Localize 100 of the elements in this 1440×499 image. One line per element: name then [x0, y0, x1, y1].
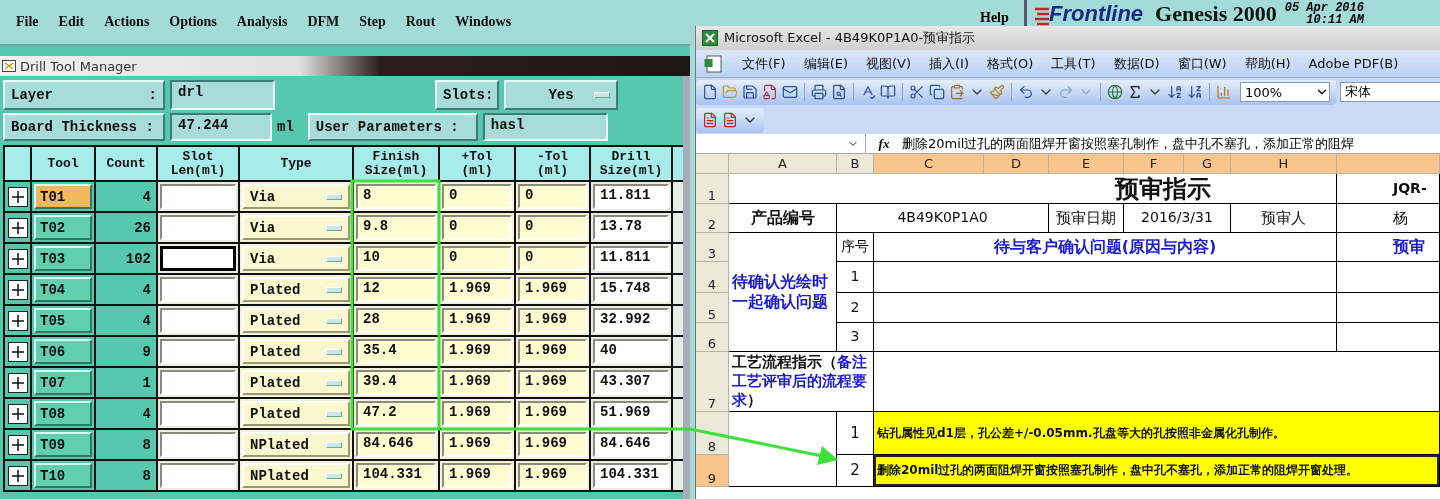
minus-tolerance-field[interactable]: 1.969: [518, 308, 587, 333]
menu-item[interactable]: Edit: [58, 14, 85, 30]
type-option-button[interactable]: Plated: [242, 339, 350, 364]
minus-tolerance-field[interactable]: 1.969: [518, 277, 587, 302]
column-header[interactable]: G: [1184, 154, 1231, 174]
menu-item[interactable]: Options: [169, 14, 217, 30]
plus-tolerance-field[interactable]: 1.969: [442, 339, 512, 364]
column-header[interactable]: B: [837, 154, 874, 174]
menu-item[interactable]: 格式(O): [987, 54, 1034, 73]
minus-tolerance-field[interactable]: 0: [518, 246, 587, 271]
cut-icon[interactable]: [909, 84, 925, 100]
user-parameters-field[interactable]: hasl: [482, 113, 608, 141]
finish-size-field[interactable]: 104.331: [356, 463, 436, 488]
row-header[interactable]: 7: [696, 352, 729, 412]
minus-tolerance-field[interactable]: 1.969: [518, 339, 587, 364]
expand-button[interactable]: [7, 248, 28, 269]
row-header[interactable]: 4: [696, 262, 729, 293]
expand-button[interactable]: [7, 372, 28, 393]
plus-tolerance-field[interactable]: 0: [442, 215, 512, 240]
minus-tolerance-field[interactable]: 1.969: [518, 401, 587, 426]
menu-item[interactable]: 编辑(E): [803, 54, 848, 73]
type-option-button[interactable]: Via: [242, 246, 350, 271]
menu-item[interactable]: 数据(D): [1113, 54, 1160, 73]
user-parameters-button[interactable]: User Parameters :: [307, 113, 478, 141]
type-option-button[interactable]: Plated: [242, 308, 350, 333]
tool-button[interactable]: T05: [34, 308, 92, 333]
expand-button[interactable]: [7, 310, 28, 331]
slot-length-field[interactable]: [160, 463, 236, 488]
slot-length-field[interactable]: [160, 184, 236, 209]
row-header[interactable]: 2: [696, 204, 729, 233]
minus-tolerance-field[interactable]: 0: [518, 184, 587, 209]
menu-item[interactable]: DFM: [307, 14, 340, 30]
finish-size-field[interactable]: 12: [356, 277, 436, 302]
spell-check-icon[interactable]: [860, 84, 876, 100]
search-file-icon[interactable]: [831, 84, 847, 100]
slot-length-field[interactable]: [160, 401, 236, 426]
plus-tolerance-field[interactable]: 0: [442, 246, 512, 271]
column-header[interactable]: F: [1124, 154, 1184, 174]
plus-tolerance-field[interactable]: 0: [442, 184, 512, 209]
mail-icon[interactable]: [782, 84, 798, 100]
plus-tolerance-field[interactable]: 1.969: [442, 370, 512, 395]
bar-chart-icon[interactable]: [1216, 84, 1232, 100]
plus-tolerance-field[interactable]: 1.969: [442, 308, 512, 333]
menu-item[interactable]: Rout: [405, 14, 436, 30]
plus-tolerance-field[interactable]: 1.969: [442, 277, 512, 302]
menu-item[interactable]: File: [16, 14, 39, 30]
menu-item[interactable]: Step: [359, 14, 386, 30]
drill-size-field[interactable]: 32.992: [593, 308, 669, 333]
drill-size-field[interactable]: 13.78: [593, 215, 669, 240]
slot-length-field[interactable]: [160, 215, 236, 240]
slot-length-field[interactable]: [160, 277, 236, 302]
function-label[interactable]: fx: [866, 135, 902, 152]
row-header[interactable]: 1: [696, 174, 729, 204]
minus-tolerance-field[interactable]: 1.969: [518, 370, 587, 395]
tool-button[interactable]: T09: [34, 432, 92, 457]
drill-size-field[interactable]: 11.811: [593, 184, 669, 209]
board-thickness-field[interactable]: 47.244: [170, 113, 272, 141]
expand-button[interactable]: [7, 341, 28, 362]
copy-icon[interactable]: [929, 84, 945, 100]
menu-item[interactable]: 工具(T): [1051, 54, 1096, 73]
minus-tolerance-field[interactable]: 0: [518, 215, 587, 240]
globe-icon[interactable]: [1107, 84, 1123, 100]
column-header[interactable]: D: [984, 154, 1049, 174]
finish-size-field[interactable]: 28: [356, 308, 436, 333]
pdf-comment-icon[interactable]: [722, 112, 738, 128]
tool-button[interactable]: T10: [34, 463, 92, 488]
drill-size-field[interactable]: 11.811: [593, 246, 669, 271]
type-option-button[interactable]: NPlated: [242, 432, 350, 457]
expand-button[interactable]: [7, 434, 28, 455]
save-icon[interactable]: [742, 84, 758, 100]
menu-item[interactable]: Actions: [104, 14, 150, 30]
new-file-icon[interactable]: [702, 84, 718, 100]
slot-length-field[interactable]: [160, 339, 236, 364]
finish-size-field[interactable]: 35.4: [356, 339, 436, 364]
drill-size-field[interactable]: 84.646: [593, 432, 669, 457]
tool-button[interactable]: T07: [34, 370, 92, 395]
menu-item[interactable]: 插入(I): [929, 54, 969, 73]
menu-item[interactable]: Windows: [455, 14, 512, 30]
printer-icon[interactable]: [811, 84, 827, 100]
drill-size-field[interactable]: 43.307: [593, 370, 669, 395]
row-header[interactable]: 8: [696, 412, 729, 455]
menu-item[interactable]: 视图(V): [866, 54, 912, 73]
tool-button[interactable]: T03: [34, 246, 92, 271]
expand-button[interactable]: [7, 217, 28, 238]
row-header[interactable]: 6: [696, 323, 729, 352]
column-header[interactable]: E: [1049, 154, 1124, 174]
expand-button[interactable]: [7, 465, 28, 486]
row-header[interactable]: 5: [696, 293, 729, 323]
plus-tolerance-field[interactable]: 1.969: [442, 463, 512, 488]
plus-tolerance-field[interactable]: 1.969: [442, 401, 512, 426]
drill-size-field[interactable]: 51.969: [593, 401, 669, 426]
row-header[interactable]: 3: [696, 233, 729, 262]
slots-option-button[interactable]: Yes: [504, 80, 618, 110]
column-header[interactable]: C: [874, 154, 984, 174]
type-option-button[interactable]: NPlated: [242, 463, 350, 488]
finish-size-field[interactable]: 84.646: [356, 432, 436, 457]
slot-length-field[interactable]: [160, 370, 236, 395]
pdf-file-icon[interactable]: [702, 112, 718, 128]
finish-size-field[interactable]: 47.2: [356, 401, 436, 426]
finish-size-field[interactable]: 39.4: [356, 370, 436, 395]
